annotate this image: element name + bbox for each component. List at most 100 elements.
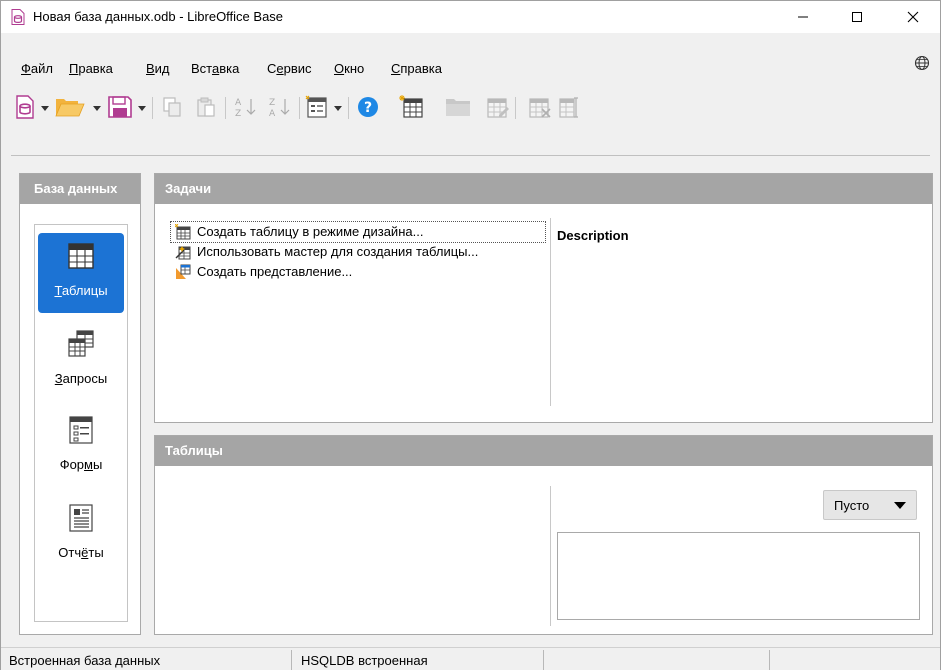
database-panel-header: База данных — [20, 174, 140, 204]
save-icon — [108, 96, 132, 118]
help-button[interactable]: ? — [356, 93, 380, 121]
wizard-icon — [175, 246, 191, 260]
close-icon — [907, 11, 919, 23]
nav-item-label: Отчёты — [58, 545, 104, 560]
toolbar-divider — [11, 155, 930, 156]
status-separator — [543, 650, 544, 670]
task-create-view[interactable]: Создать представление... — [171, 262, 545, 282]
menu-insert[interactable]: Вставка — [191, 61, 239, 76]
tasks-panel: Задачи Создать таблицу в режиме дизайна.… — [154, 173, 933, 423]
new-database-button[interactable] — [15, 93, 35, 121]
menu-edit[interactable]: Правка — [69, 61, 113, 76]
paste-icon — [197, 97, 215, 117]
nav-item-forms[interactable]: Формы — [38, 407, 124, 487]
status-bar: Встроенная база данных HSQLDB встроенная — [1, 647, 940, 670]
preview-mode-dropdown[interactable]: Пусто — [823, 490, 917, 520]
save-button[interactable] — [107, 93, 133, 121]
task-label: Создать таблицу в режиме дизайна... — [197, 224, 424, 239]
tables-divider — [550, 486, 551, 626]
task-table-wizard[interactable]: Использовать мастер для создания таблицы… — [171, 242, 545, 262]
nav-item-label: Запросы — [54, 371, 108, 386]
svg-text:A: A — [269, 109, 276, 119]
table-icon — [68, 243, 94, 269]
rename-icon — [559, 97, 578, 118]
new-table-button[interactable] — [399, 93, 425, 121]
sort-descending-button[interactable]: Z A — [267, 93, 295, 121]
nav-item-tables[interactable]: Таблицы — [38, 233, 124, 313]
edit-table-button[interactable] — [485, 93, 511, 121]
title-bar: Новая база данных.odb - LibreOffice Base — [1, 1, 940, 33]
save-dropdown-arrow[interactable] — [138, 106, 146, 111]
delete-table-icon — [529, 98, 551, 118]
toolbar-separator — [515, 97, 516, 119]
svg-text:Z: Z — [235, 109, 241, 119]
report-icon — [69, 504, 93, 532]
base-app-icon — [11, 9, 25, 25]
status-database-type: Встроенная база данных — [9, 653, 161, 668]
database-panel: База данных Таблицы Запросы Формы Отчёты — [19, 173, 141, 635]
task-list: Создать таблицу в режиме дизайна... Испо… — [170, 221, 546, 282]
preview-mode-value: Пусто — [834, 498, 870, 513]
maximize-icon — [852, 12, 862, 22]
rename-button[interactable] — [557, 93, 581, 121]
view-icon — [176, 264, 191, 279]
app-window: Новая база данных.odb - LibreOffice Base… — [0, 0, 941, 670]
object-type-list: Таблицы Запросы Формы Отчёты — [34, 224, 128, 622]
status-separator — [291, 650, 292, 670]
toolbar-separator — [152, 97, 153, 119]
tasks-panel-header: Задачи — [155, 174, 932, 204]
task-label: Использовать мастер для создания таблицы… — [197, 244, 479, 259]
tables-panel: Таблицы Пусто — [154, 435, 933, 635]
paste-button[interactable] — [195, 93, 217, 121]
new-form-button[interactable] — [305, 93, 329, 121]
open-object-button[interactable] — [445, 93, 473, 121]
menu-bar: Файл Правка Вид Вставка Сервис Окно Спра… — [1, 55, 940, 77]
menu-help[interactable]: Справка — [391, 61, 442, 76]
svg-text:A: A — [235, 98, 242, 108]
new-dropdown-arrow[interactable] — [41, 106, 49, 111]
preview-area — [557, 532, 920, 620]
tables-panel-header: Таблицы — [155, 436, 932, 466]
tasks-divider — [550, 218, 551, 406]
menu-file[interactable]: Файл — [21, 61, 53, 76]
sort-ascending-icon: A Z — [235, 98, 256, 119]
minimize-button[interactable] — [780, 1, 826, 33]
sort-descending-icon: Z A — [269, 98, 290, 119]
standard-toolbar: A Z Z A ? — [1, 93, 940, 129]
maximize-button[interactable] — [834, 1, 880, 33]
window-title: Новая база данных.odb - LibreOffice Base — [33, 9, 284, 24]
edit-table-icon — [487, 98, 509, 118]
sort-ascending-button[interactable]: A Z — [233, 93, 261, 121]
close-button[interactable] — [890, 1, 936, 33]
toolbar-separator — [348, 97, 349, 119]
menu-tools[interactable]: Сервис — [267, 61, 312, 76]
toolbar-separator — [299, 97, 300, 119]
menu-window[interactable]: Окно — [334, 61, 364, 76]
open-dropdown-arrow[interactable] — [93, 106, 101, 111]
nav-item-reports[interactable]: Отчёты — [38, 495, 124, 575]
nav-item-queries[interactable]: Запросы — [38, 321, 124, 401]
table-design-icon — [175, 224, 191, 240]
menu-view[interactable]: Вид — [146, 61, 170, 76]
svg-text:Z: Z — [269, 98, 275, 108]
task-create-table-design[interactable]: Создать таблицу в режиме дизайна... — [170, 221, 546, 243]
chevron-down-icon — [894, 502, 906, 509]
nav-item-label: Таблицы — [54, 283, 108, 298]
open-folder-icon — [55, 99, 85, 117]
task-label: Создать представление... — [197, 264, 353, 279]
svg-text:?: ? — [364, 100, 372, 116]
new-table-icon — [399, 95, 423, 118]
minimize-icon — [798, 16, 808, 18]
description-label: Description — [557, 228, 629, 243]
status-engine: HSQLDB встроенная — [301, 653, 428, 668]
toolbar-separator — [225, 97, 226, 119]
open-object-icon — [446, 99, 470, 116]
globe-icon[interactable] — [914, 55, 930, 71]
form-dropdown-arrow[interactable] — [334, 106, 342, 111]
new-database-icon — [16, 95, 34, 119]
copy-icon — [163, 97, 181, 117]
form-icon — [305, 95, 327, 118]
copy-button[interactable] — [161, 93, 183, 121]
delete-table-button[interactable] — [527, 93, 553, 121]
open-button[interactable] — [55, 93, 85, 121]
